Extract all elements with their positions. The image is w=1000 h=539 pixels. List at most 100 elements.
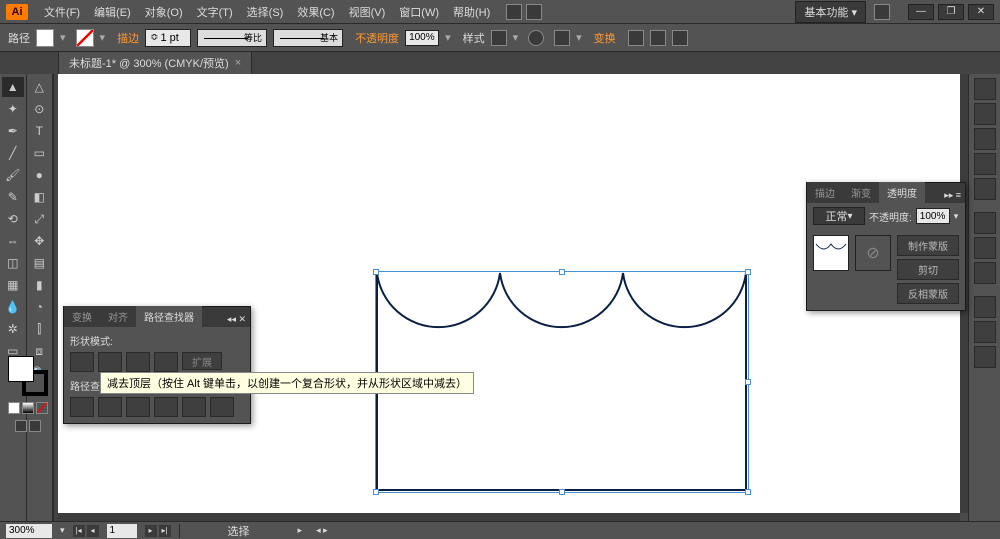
status-play-icon[interactable]: ▸ bbox=[298, 525, 303, 536]
nav-next[interactable]: ▸ bbox=[145, 525, 157, 537]
direct-selection-tool[interactable]: △ bbox=[28, 77, 50, 97]
mesh-tool[interactable]: ▦ bbox=[2, 275, 24, 295]
panel-collapse-icon[interactable]: ▸▸ ≡ bbox=[940, 188, 965, 203]
nav-last[interactable]: ▸| bbox=[159, 525, 171, 537]
perspective-grid-tool[interactable]: ▤ bbox=[28, 253, 50, 273]
zoom-input[interactable]: 300% bbox=[6, 524, 52, 538]
magic-wand-tool[interactable]: ✦ bbox=[2, 99, 24, 119]
align-icon[interactable] bbox=[554, 30, 570, 46]
isolate-icon[interactable] bbox=[628, 30, 644, 46]
screen-normal[interactable] bbox=[15, 420, 27, 432]
panel-menu-icon[interactable]: ◂◂ ✕ bbox=[223, 312, 250, 327]
transparency-panel-icon[interactable] bbox=[974, 262, 996, 284]
gradient-tool[interactable]: ▮ bbox=[28, 275, 50, 295]
rotate-tool[interactable]: ⟲ bbox=[2, 209, 24, 229]
trim-button[interactable] bbox=[98, 397, 122, 417]
tab-align[interactable]: 对齐 bbox=[100, 306, 136, 327]
close-tab-icon[interactable]: × bbox=[235, 57, 241, 69]
outline-button[interactable] bbox=[182, 397, 206, 417]
menu-type[interactable]: 文字(T) bbox=[191, 2, 239, 22]
color-panel-icon[interactable] bbox=[974, 78, 996, 100]
stroke-profile[interactable]: 等比 bbox=[197, 29, 267, 47]
opacity-input-2[interactable]: 100% bbox=[916, 208, 950, 224]
stroke-weight-input[interactable]: ≎ 1 pt bbox=[145, 29, 191, 47]
menu-view[interactable]: 视图(V) bbox=[343, 2, 392, 22]
opacity-input[interactable]: 100% bbox=[405, 30, 439, 46]
brushes-panel-icon[interactable] bbox=[974, 153, 996, 175]
window-close[interactable]: ✕ bbox=[968, 4, 994, 20]
blend-tool[interactable]: ◔ bbox=[28, 297, 50, 317]
scale-tool[interactable]: ⤢ bbox=[28, 209, 50, 229]
opacity-thumbnail[interactable] bbox=[813, 235, 849, 271]
gradient-mode[interactable] bbox=[22, 402, 34, 414]
swatches-panel-icon[interactable] bbox=[974, 128, 996, 150]
tab-transform[interactable]: 变换 bbox=[64, 306, 100, 327]
type-tool[interactable]: T bbox=[28, 121, 50, 141]
line-tool[interactable]: ╱ bbox=[2, 143, 24, 163]
isolate-icon-2[interactable] bbox=[650, 30, 666, 46]
workspace-switcher[interactable]: 基本功能 ▾ bbox=[795, 1, 866, 23]
merge-button[interactable] bbox=[126, 397, 150, 417]
menu-help[interactable]: 帮助(H) bbox=[447, 2, 496, 22]
exclude-button[interactable] bbox=[154, 352, 178, 372]
search-icon[interactable] bbox=[874, 4, 890, 20]
document-tab[interactable]: 未标题-1* @ 300% (CMYK/预览) × bbox=[58, 51, 252, 74]
graphic-styles-icon[interactable] bbox=[974, 321, 996, 343]
style-swatch[interactable] bbox=[491, 30, 507, 46]
eraser-tool[interactable]: ◧ bbox=[28, 187, 50, 207]
make-mask-button[interactable]: 制作蒙版 bbox=[897, 235, 959, 256]
opacity-label[interactable]: 不透明度 bbox=[355, 30, 399, 46]
paintbrush-tool[interactable]: 🖌 bbox=[2, 165, 24, 185]
stroke-swatch[interactable] bbox=[76, 29, 94, 47]
symbol-sprayer-tool[interactable]: ✲ bbox=[2, 319, 24, 339]
color-guide-icon[interactable] bbox=[974, 103, 996, 125]
stroke-label[interactable]: 描边 bbox=[117, 30, 139, 46]
brush-def[interactable]: 基本 bbox=[273, 29, 343, 47]
nav-first[interactable]: |◂ bbox=[73, 525, 85, 537]
divide-button[interactable] bbox=[70, 397, 94, 417]
pen-tool[interactable]: ✒ bbox=[2, 121, 24, 141]
rectangle-tool[interactable]: ▭ bbox=[28, 143, 50, 163]
gradient-panel-icon[interactable] bbox=[974, 237, 996, 259]
isolate-icon-3[interactable] bbox=[672, 30, 688, 46]
minus-front-button[interactable] bbox=[98, 352, 122, 372]
tab-pathfinder[interactable]: 路径查找器 bbox=[136, 306, 202, 327]
fill-color[interactable] bbox=[8, 356, 34, 382]
crop-button[interactable] bbox=[154, 397, 178, 417]
expand-button[interactable]: 扩展 bbox=[182, 352, 222, 370]
transform-label[interactable]: 变换 bbox=[594, 30, 616, 46]
clip-checkbox[interactable]: 剪切 bbox=[897, 259, 959, 280]
menu-file[interactable]: 文件(F) bbox=[38, 2, 86, 22]
column-graph-tool[interactable]: ⫿ bbox=[28, 319, 50, 339]
screen-full[interactable] bbox=[29, 420, 41, 432]
stroke-panel-icon[interactable] bbox=[974, 212, 996, 234]
menu-effect[interactable]: 效果(C) bbox=[291, 2, 340, 22]
unite-button[interactable] bbox=[70, 352, 94, 372]
width-tool[interactable]: ⇔ bbox=[2, 231, 24, 251]
eyedropper-tool[interactable]: 💧 bbox=[2, 297, 24, 317]
pencil-tool[interactable]: ✎ bbox=[2, 187, 24, 207]
mask-thumbnail[interactable]: ⊘ bbox=[855, 235, 891, 271]
horizontal-scrollbar[interactable] bbox=[58, 513, 960, 521]
tab-stroke[interactable]: 描边 bbox=[807, 182, 843, 203]
menu-window[interactable]: 窗口(W) bbox=[393, 2, 445, 22]
layout-icon-2[interactable] bbox=[526, 4, 542, 20]
color-mode[interactable] bbox=[8, 402, 20, 414]
lasso-tool[interactable]: ⊙ bbox=[28, 99, 50, 119]
layout-icon[interactable] bbox=[506, 4, 522, 20]
invert-mask-checkbox[interactable]: 反相蒙版 bbox=[897, 283, 959, 304]
nav-prev[interactable]: ◂ bbox=[87, 525, 99, 537]
blend-mode-select[interactable]: 正常 ▾ bbox=[813, 207, 865, 225]
tab-gradient[interactable]: 渐变 bbox=[843, 182, 879, 203]
menu-object[interactable]: 对象(O) bbox=[139, 2, 189, 22]
window-minimize[interactable]: — bbox=[908, 4, 934, 20]
blob-brush-tool[interactable]: ● bbox=[28, 165, 50, 185]
menu-select[interactable]: 选择(S) bbox=[241, 2, 290, 22]
layers-panel-icon[interactable] bbox=[974, 346, 996, 368]
window-restore[interactable]: ❐ bbox=[938, 4, 964, 20]
appearance-panel-icon[interactable] bbox=[974, 296, 996, 318]
none-mode[interactable] bbox=[36, 402, 48, 414]
symbols-panel-icon[interactable] bbox=[974, 178, 996, 200]
shape-builder-tool[interactable]: ◫ bbox=[2, 253, 24, 273]
selection-tool[interactable]: ▲ bbox=[2, 77, 24, 97]
